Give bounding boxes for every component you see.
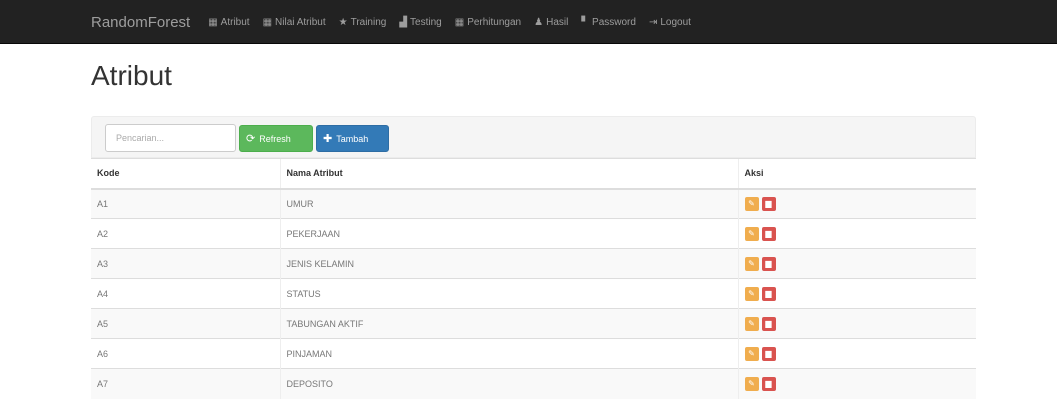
nav-item-label: Atribut (220, 16, 250, 28)
column-header-nama-atribut: Nama Atribut (279, 158, 738, 190)
nav-item-label: Password (592, 16, 636, 28)
top-navbar: RandomForest ▦ Atribut ▦ Nilai Atribut ★… (0, 0, 1057, 44)
logout-icon: ⇥ (648, 16, 658, 28)
toolbar: ⟳ Refresh ✚ Tambah (91, 116, 976, 158)
nav-item-logout[interactable]: ⇥ Logout (649, 17, 691, 28)
trash-icon[interactable]: ▆ (761, 256, 776, 271)
cell-nama-atribut: STATUS (279, 278, 738, 309)
table-icon: ▦ (262, 16, 273, 28)
row-actions: ✎ ▆ (744, 346, 776, 361)
cell-aksi: ✎ ▆ (737, 278, 976, 309)
row-actions: ✎ ▆ (744, 376, 776, 391)
cell-nama-atribut: UMUR (279, 188, 738, 219)
trash-icon[interactable]: ▆ (761, 286, 776, 301)
table-row: A2 PEKERJAAN ✎ ▆ (91, 218, 976, 249)
trash-icon[interactable]: ▆ (761, 226, 776, 241)
cell-nama-atribut: TABUNGAN AKTIF (279, 308, 738, 339)
search-input[interactable] (105, 124, 236, 152)
cell-kode: A6 (91, 338, 280, 369)
table-row: A7 DEPOSITO ✎ ▆ (91, 368, 976, 399)
nav-item-label: Testing (410, 16, 442, 28)
users-icon: ♟ (534, 16, 544, 28)
row-actions: ✎ ▆ (744, 256, 776, 271)
refresh-icon: ⟳ (246, 133, 256, 145)
nav-item-label: Perhitungan (467, 16, 522, 28)
trash-icon[interactable]: ▆ (761, 196, 776, 211)
edit-icon[interactable]: ✎ (744, 316, 759, 331)
table-header-row: Kode Nama Atribut Aksi (91, 158, 976, 190)
navbar-menu: RandomForest ▦ Atribut ▦ Nilai Atribut ★… (81, 0, 704, 44)
plus-icon: ✚ (323, 133, 333, 145)
navbar-brand[interactable]: RandomForest (91, 14, 190, 31)
trash-icon[interactable]: ▆ (761, 316, 776, 331)
cell-kode: A3 (91, 248, 280, 279)
refresh-button-label: Refresh (259, 133, 291, 144)
table-row: A6 PINJAMAN ✎ ▆ (91, 338, 976, 369)
bar-chart-icon: ▟ (399, 16, 408, 28)
edit-icon[interactable]: ✎ (744, 376, 759, 391)
edit-icon[interactable]: ✎ (744, 226, 759, 241)
nav-item-nilai-atribut[interactable]: ▦ Nilai Atribut (263, 17, 326, 28)
row-actions: ✎ ▆ (744, 196, 776, 211)
cell-kode: A7 (91, 368, 280, 399)
nav-item-label: Training (350, 16, 387, 28)
edit-icon[interactable]: ✎ (744, 196, 759, 211)
cell-kode: A5 (91, 308, 280, 339)
nav-item-perhitungan[interactable]: ▦ Perhitungan (455, 17, 521, 28)
cell-kode: A4 (91, 278, 280, 309)
cell-aksi: ✎ ▆ (737, 338, 976, 369)
cell-aksi: ✎ ▆ (737, 368, 976, 399)
nav-item-hasil[interactable]: ♟ Hasil (534, 17, 568, 28)
refresh-button[interactable]: ⟳ Refresh (239, 125, 313, 152)
row-actions: ✎ ▆ (744, 316, 776, 331)
cell-nama-atribut: PEKERJAAN (279, 218, 738, 249)
nav-item-training[interactable]: ★ Training (339, 17, 387, 28)
nav-item-label: Logout (660, 16, 691, 28)
edit-icon[interactable]: ✎ (744, 286, 759, 301)
table-row: A5 TABUNGAN AKTIF ✎ ▆ (91, 308, 976, 339)
cell-nama-atribut: JENIS KELAMIN (279, 248, 738, 279)
table-row: A4 STATUS ✎ ▆ (91, 278, 976, 309)
cell-aksi: ✎ ▆ (737, 188, 976, 219)
nav-item-label: Hasil (546, 16, 569, 28)
cell-kode: A1 (91, 188, 280, 219)
cell-aksi: ✎ ▆ (737, 248, 976, 279)
cell-nama-atribut: PINJAMAN (279, 338, 738, 369)
table-icon: ▦ (208, 16, 218, 28)
cell-aksi: ✎ ▆ (737, 218, 976, 249)
table-icon: ▦ (454, 16, 465, 28)
atribut-panel: ⟳ Refresh ✚ Tambah Kode Nama Atribut Aks… (91, 116, 976, 399)
trash-icon[interactable]: ▆ (761, 376, 776, 391)
add-button-label: Tambah (336, 133, 369, 144)
trash-icon[interactable]: ▆ (761, 346, 776, 361)
edit-icon[interactable]: ✎ (744, 346, 759, 361)
column-header-kode: Kode (91, 158, 280, 190)
cell-aksi: ✎ ▆ (737, 308, 976, 339)
cell-kode: A2 (91, 218, 280, 249)
table-row: A3 JENIS KELAMIN ✎ ▆ (91, 248, 976, 279)
page-title: Atribut (91, 60, 172, 91)
star-icon: ★ (338, 16, 348, 28)
table-row: A1 UMUR ✎ ▆ (91, 188, 976, 219)
nav-item-label: Nilai Atribut (275, 16, 326, 28)
lock-icon: ▘ (581, 16, 590, 28)
row-actions: ✎ ▆ (744, 226, 776, 241)
cell-nama-atribut: DEPOSITO (279, 368, 738, 399)
row-actions: ✎ ▆ (744, 286, 776, 301)
column-header-aksi: Aksi (737, 158, 976, 190)
nav-item-password[interactable]: ▘ Password (581, 17, 636, 28)
nav-item-testing[interactable]: ▟ Testing (399, 17, 441, 28)
add-button[interactable]: ✚ Tambah (316, 125, 389, 152)
atribut-table: Kode Nama Atribut Aksi A1 UMUR ✎ ▆ A2 PEK… (91, 158, 976, 399)
edit-icon[interactable]: ✎ (744, 256, 759, 271)
nav-item-atribut[interactable]: ▦ Atribut (208, 17, 249, 28)
